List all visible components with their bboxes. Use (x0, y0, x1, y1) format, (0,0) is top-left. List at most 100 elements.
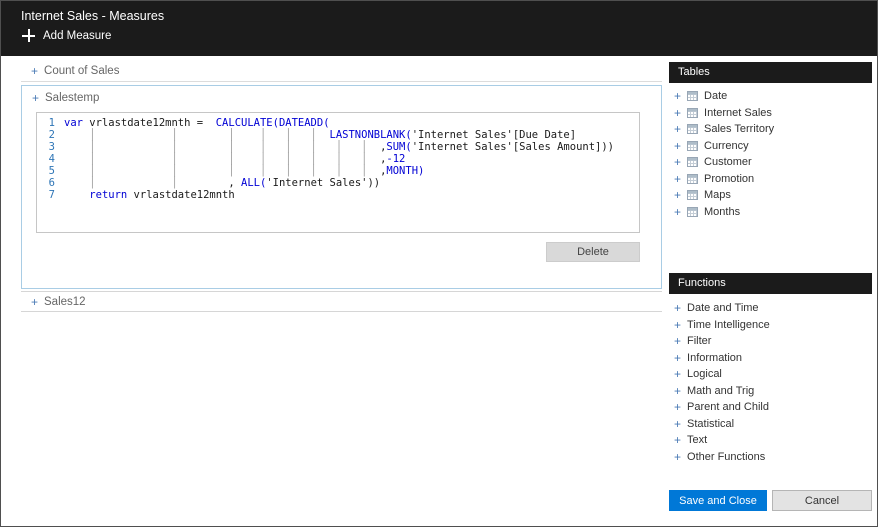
item-label: Filter (687, 335, 712, 348)
table-grid-icon (687, 157, 699, 168)
code-line[interactable]: 3 │ │ │ │ │ │ │ │ ,SUM('Internet Sales'[… (37, 141, 639, 153)
indent-guides: │ │ │ │ │ │ │ │ (64, 165, 381, 177)
table-item-maps[interactable]: + Maps (669, 187, 872, 204)
line-number: 5 (48, 165, 55, 177)
expand-plus-icon[interactable]: + (674, 301, 681, 315)
item-label: Text (687, 434, 708, 447)
table-item-customer[interactable]: + Customer (669, 154, 872, 171)
code-text: │ │ │ │ │ │ │ │ ,MONTH) (64, 165, 424, 177)
code-line[interactable]: 4 │ │ │ │ │ │ │ │ ,-12 (37, 153, 639, 165)
add-measure-label: Add Measure (43, 29, 112, 42)
code-line[interactable]: 1 var vrlastdate12mnth = CALCULATE(DATEAD… (37, 117, 639, 129)
line-number: 4 (48, 153, 55, 165)
measure-label: Sales12 (44, 295, 86, 308)
code-segment: 'Internet Sales'[Sales Amount])) (411, 141, 614, 153)
item-label: Logical (687, 368, 722, 381)
expand-plus-icon[interactable]: + (674, 122, 681, 136)
measure-row-sales12[interactable]: + Sales12 (21, 291, 662, 312)
code-segment: return (89, 189, 128, 201)
table-item-months[interactable]: + Months (669, 204, 872, 221)
add-measure-button[interactable]: Add Measure (22, 29, 111, 42)
measure-label: Count of Sales (44, 65, 120, 77)
expand-plus-icon[interactable]: + (674, 205, 681, 219)
code-segment: LASTNONBLANK( (329, 129, 412, 141)
expand-plus-icon[interactable]: + (32, 91, 39, 105)
expand-plus-icon[interactable]: + (674, 400, 681, 414)
code-text: │ │ , ALL('Internet Sales')) (64, 177, 380, 189)
expand-plus-icon[interactable]: + (674, 318, 681, 332)
expand-plus-icon[interactable]: + (674, 155, 681, 169)
line-number: 2 (48, 129, 55, 141)
table-grid-icon (687, 206, 699, 217)
table-item-promotion[interactable]: + Promotion (669, 171, 872, 188)
table-grid-icon (687, 140, 699, 151)
code-segment: -12 (386, 153, 406, 165)
table-item-sales-territory[interactable]: + Sales Territory (669, 121, 872, 138)
item-label: Parent and Child (687, 401, 769, 414)
table-grid-icon (687, 124, 699, 135)
code-segment: 'Internet Sales'[Due Date] (411, 129, 577, 141)
table-grid-icon (687, 107, 699, 118)
expand-plus-icon[interactable]: + (674, 351, 681, 365)
item-label: Promotion (704, 172, 755, 185)
functions-list: + Date and Time + Time Intelligence + Filter +… (669, 300, 872, 465)
function-item-information[interactable]: + Information (669, 350, 872, 367)
function-item-text[interactable]: + Text (669, 432, 872, 449)
item-label: Date (704, 90, 728, 103)
line-number: 6 (48, 177, 55, 189)
measure-row-salestemp[interactable]: + Salestemp (32, 91, 99, 105)
item-label: Sales Territory (704, 123, 775, 136)
code-line[interactable]: 6 │ │ , ALL('Internet Sales')) (37, 177, 639, 189)
expand-plus-icon[interactable]: + (674, 433, 681, 447)
code-line[interactable]: 5 │ │ │ │ │ │ │ │ ,MONTH) (37, 165, 639, 177)
item-label: Other Functions (687, 450, 766, 463)
function-item-other-functions[interactable]: + Other Functions (669, 449, 872, 466)
table-item-internet-sales[interactable]: + Internet Sales (669, 105, 872, 122)
dax-code-editor[interactable]: 1 var vrlastdate12mnth = CALCULATE(DATEAD… (36, 112, 640, 233)
line-number: 7 (48, 189, 55, 201)
expand-plus-icon[interactable]: + (674, 172, 681, 186)
expand-plus-icon[interactable]: + (31, 295, 38, 309)
tables-list: + Date + Internet Sales + Sales Territory + Cur… (669, 88, 872, 220)
function-item-statistical[interactable]: + Statistical (669, 416, 872, 433)
expand-plus-icon[interactable]: + (674, 367, 681, 381)
expand-plus-icon[interactable]: + (674, 188, 681, 202)
function-item-logical[interactable]: + Logical (669, 366, 872, 383)
table-grid-icon (687, 173, 699, 184)
code-text: │ │ │ │ │ │ │ │ ,-12 (64, 153, 405, 165)
indent-guides: │ │ (64, 177, 229, 189)
expand-plus-icon[interactable]: + (674, 450, 681, 464)
item-label: Date and Time (687, 302, 759, 315)
table-item-currency[interactable]: + Currency (669, 138, 872, 155)
add-plus-icon (22, 29, 35, 42)
function-item-time-intelligence[interactable]: + Time Intelligence (669, 317, 872, 334)
indent-guides: │ │ │ │ │ │ │ │ (64, 141, 381, 153)
cancel-button[interactable]: Cancel (772, 490, 872, 511)
function-item-filter[interactable]: + Filter (669, 333, 872, 350)
table-item-date[interactable]: + Date (669, 88, 872, 105)
item-label: Currency (704, 139, 749, 152)
code-segment: ALL( (241, 177, 267, 189)
expand-plus-icon[interactable]: + (674, 384, 681, 398)
expand-plus-icon[interactable]: + (674, 417, 681, 431)
item-label: Internet Sales (704, 106, 772, 119)
item-label: Months (704, 205, 741, 218)
expand-plus-icon[interactable]: + (674, 139, 681, 153)
expand-plus-icon[interactable]: + (674, 334, 681, 348)
function-item-math-and-trig[interactable]: + Math and Trig (669, 383, 872, 400)
indent-guides: │ │ │ │ │ │ (64, 129, 330, 141)
code-segment: var (64, 117, 83, 129)
code-line[interactable]: 7 return vrlastdate12mnth (37, 189, 639, 201)
expand-plus-icon[interactable]: + (31, 64, 38, 78)
delete-button[interactable]: Delete (546, 242, 640, 262)
function-item-date-and-time[interactable]: + Date and Time (669, 300, 872, 317)
function-item-parent-and-child[interactable]: + Parent and Child (669, 399, 872, 416)
item-label: Maps (704, 189, 731, 202)
code-text: │ │ │ │ │ │ │ │ ,SUM('Internet Sales'[Sa… (64, 141, 614, 153)
expand-plus-icon[interactable]: + (674, 106, 681, 120)
measure-row-count-of-sales[interactable]: + Count of Sales (21, 61, 662, 82)
save-and-close-button[interactable]: Save and Close (669, 490, 767, 511)
code-line[interactable]: 2 │ │ │ │ │ │ LASTNONBLANK('Internet Sal… (37, 129, 639, 141)
expand-plus-icon[interactable]: + (674, 89, 681, 103)
code-lines: 1 var vrlastdate12mnth = CALCULATE(DATEAD… (37, 117, 639, 201)
